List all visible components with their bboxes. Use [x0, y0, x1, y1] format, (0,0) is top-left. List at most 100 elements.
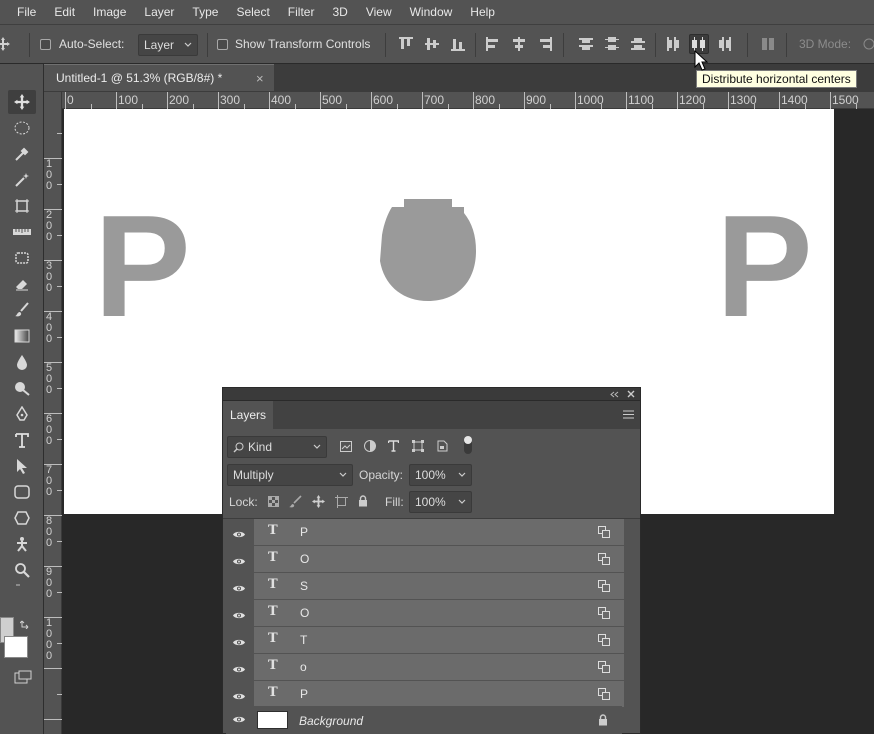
visibility-eye-icon[interactable]: [232, 690, 246, 700]
canvas-letter-p-left[interactable]: P: [94, 194, 191, 339]
polygon-tool[interactable]: [8, 506, 36, 530]
visibility-eye-icon[interactable]: [232, 663, 246, 673]
distribute-top-edges-icon[interactable]: [578, 36, 594, 52]
elliptical-marquee-tool[interactable]: [8, 116, 36, 140]
panel-menu-icon[interactable]: [623, 410, 634, 419]
menu-view[interactable]: View: [357, 0, 401, 24]
ruler-label: 1100: [628, 93, 654, 107]
adjustment-layer-filter-icon[interactable]: [364, 440, 376, 452]
align-bottom-edges-icon[interactable]: [450, 36, 466, 52]
close-panel-icon[interactable]: [627, 390, 635, 398]
visibility-eye-icon[interactable]: [232, 528, 246, 538]
pixel-layer-filter-icon[interactable]: [340, 441, 352, 452]
align-right-edges-icon[interactable]: [537, 36, 553, 52]
menu-image[interactable]: Image: [84, 0, 135, 24]
tab-layers[interactable]: Layers: [223, 401, 273, 429]
path-selection-tool[interactable]: [8, 454, 36, 478]
shape-layer-filter-icon[interactable]: [412, 440, 424, 452]
lock-image-pixels-icon[interactable]: [289, 495, 302, 508]
layer-name: P: [300, 687, 309, 701]
menu-filter[interactable]: Filter: [279, 0, 324, 24]
puppet-warp-tool[interactable]: [8, 532, 36, 556]
auto-align-layers-icon[interactable]: [760, 36, 776, 52]
visibility-eye-icon[interactable]: [232, 609, 246, 619]
type-layer-filter-icon[interactable]: [388, 440, 399, 452]
zoom-tool[interactable]: [8, 558, 36, 582]
move-tool-preset-icon[interactable]: [0, 35, 10, 53]
blur-tool[interactable]: [8, 350, 36, 374]
layer-row[interactable]: TO: [253, 546, 624, 572]
menu-select[interactable]: Select: [227, 0, 278, 24]
menu-help[interactable]: Help: [461, 0, 504, 24]
align-left-edges-icon[interactable]: [485, 36, 501, 52]
filter-kind-dropdown[interactable]: Kind: [227, 436, 327, 458]
lock-position-icon[interactable]: [312, 495, 325, 508]
layer-row[interactable]: To: [253, 654, 624, 680]
align-top-edges-icon[interactable]: [398, 36, 414, 52]
distribute-left-edges-icon[interactable]: [665, 36, 681, 52]
brush-tool[interactable]: [8, 298, 36, 322]
auto-select-checkbox[interactable]: [40, 39, 51, 50]
dodge-tool[interactable]: [8, 376, 36, 400]
ruler-tool[interactable]: [8, 220, 36, 244]
layer-row[interactable]: TP: [253, 681, 624, 707]
menu-window[interactable]: Window: [401, 0, 462, 24]
3d-orbit-icon[interactable]: [862, 37, 874, 51]
magic-wand-tool[interactable]: [8, 168, 36, 192]
layer-name: S: [300, 579, 309, 593]
crop-frame-tool[interactable]: [8, 194, 36, 218]
quick-mask-icon[interactable]: [14, 670, 32, 686]
opacity-field[interactable]: 100%: [409, 464, 472, 486]
close-tab-icon[interactable]: ×: [256, 71, 264, 86]
fill-field[interactable]: 100%: [409, 491, 472, 513]
type-tool[interactable]: [8, 428, 36, 452]
layer-row[interactable]: TS: [253, 573, 624, 599]
background-layer-row[interactable]: Background: [226, 706, 622, 734]
auto-select-dropdown[interactable]: Layer: [138, 34, 198, 56]
lock-icon: [599, 714, 607, 726]
swap-colors-icon[interactable]: [19, 617, 32, 630]
eraser-tool[interactable]: [8, 272, 36, 296]
lock-artboard-icon[interactable]: [335, 495, 348, 508]
tooltip: Distribute horizontal centers: [696, 70, 857, 88]
menu-file[interactable]: File: [8, 0, 45, 24]
menu-type[interactable]: Type: [183, 0, 227, 24]
gradient-tool[interactable]: [8, 324, 36, 348]
align-horizontal-centers-icon[interactable]: [511, 36, 527, 52]
smart-object-filter-icon[interactable]: [436, 440, 448, 452]
layer-row[interactable]: TP: [253, 519, 624, 545]
visibility-eye-icon[interactable]: [232, 555, 246, 565]
canvas-letter-p-right[interactable]: P: [716, 194, 813, 339]
layer-row[interactable]: TT: [253, 627, 624, 653]
pen-tool[interactable]: [8, 402, 36, 426]
canvas-overlapping-letters[interactable]: [376, 195, 480, 307]
layer-row[interactable]: TO: [253, 600, 624, 626]
lock-all-icon[interactable]: [358, 495, 368, 507]
document-tab[interactable]: Untitled-1 @ 51.3% (RGB/8#) * ×: [44, 64, 274, 91]
show-transform-checkbox[interactable]: [217, 39, 228, 50]
distribute-vertical-centers-icon[interactable]: [604, 36, 620, 52]
ruler-label: 600: [373, 93, 394, 107]
menu-edit[interactable]: Edit: [45, 0, 84, 24]
more-tools-indicator[interactable]: [16, 584, 20, 586]
background-color-swatch[interactable]: [4, 636, 28, 658]
drop-icon: [17, 355, 27, 370]
align-vertical-centers-icon[interactable]: [424, 36, 440, 52]
collapse-panel-icon[interactable]: [609, 391, 619, 398]
menu-3d[interactable]: 3D: [323, 0, 356, 24]
rectangle-tool[interactable]: [8, 480, 36, 504]
lock-transparent-pixels-icon[interactable]: [268, 496, 279, 507]
patch-tool[interactable]: [8, 246, 36, 270]
distribute-bottom-edges-icon[interactable]: [630, 36, 646, 52]
distribute-right-edges-icon[interactable]: [717, 36, 733, 52]
smart-object-badge-icon: [598, 634, 610, 646]
visibility-eye-icon[interactable]: [232, 715, 246, 724]
filter-toggle[interactable]: [464, 436, 472, 454]
eyedropper-tool[interactable]: [8, 142, 36, 166]
type-layer-icon: T: [268, 523, 278, 538]
visibility-eye-icon[interactable]: [232, 636, 246, 646]
visibility-eye-icon[interactable]: [232, 582, 246, 592]
menu-layer[interactable]: Layer: [135, 0, 183, 24]
blend-mode-dropdown[interactable]: Multiply: [227, 464, 353, 486]
move-tool[interactable]: [8, 90, 36, 114]
